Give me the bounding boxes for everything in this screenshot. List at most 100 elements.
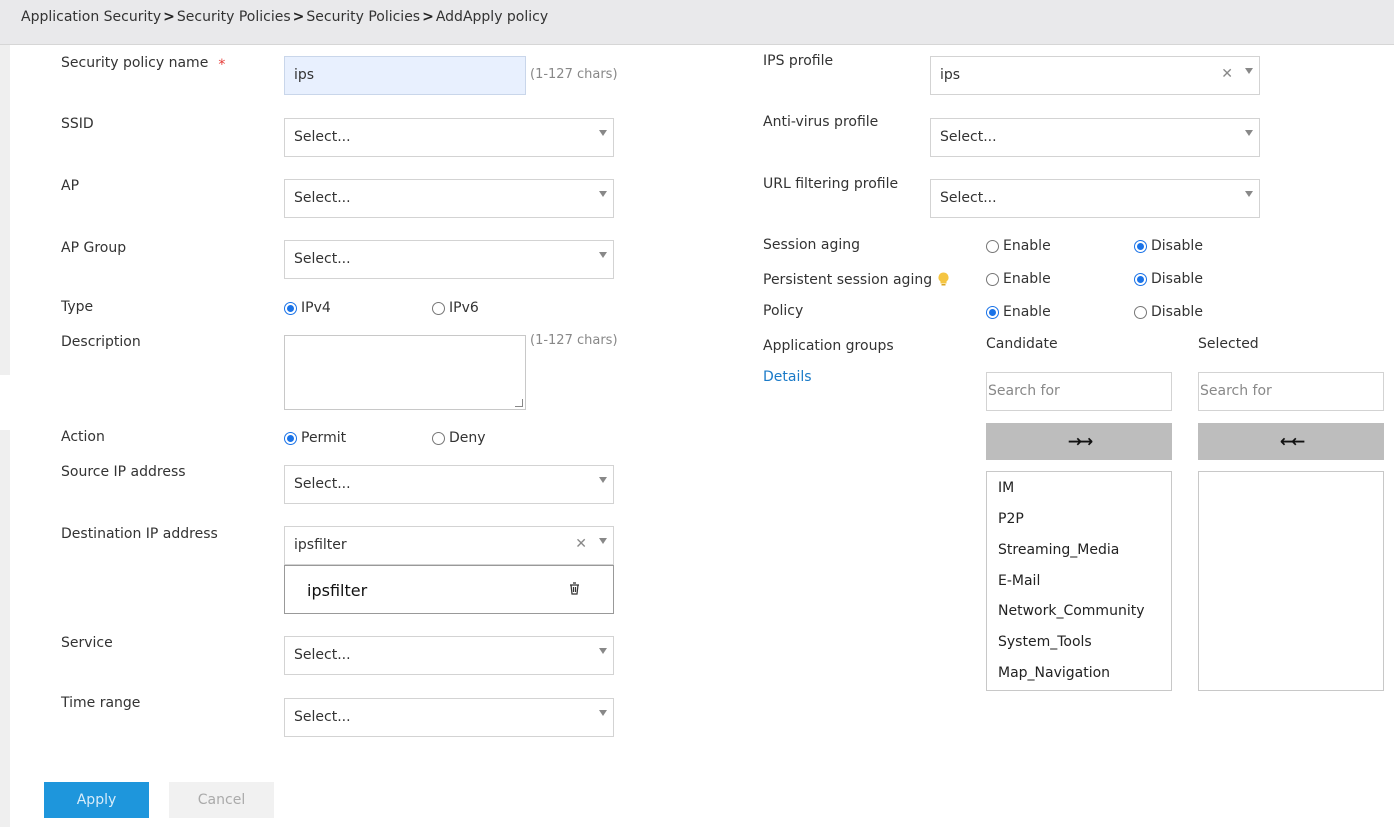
chevron-down-icon — [1245, 130, 1253, 136]
antivirus-label: Anti-virus profile — [763, 114, 879, 130]
dest-ip-label: Destination IP address — [61, 526, 218, 542]
ips-profile-label: IPS profile — [763, 53, 834, 69]
ssid-select[interactable]: Select... — [284, 118, 614, 157]
policy-enable-radio[interactable]: Enable — [986, 304, 1051, 320]
type-label: Type — [61, 299, 94, 315]
ap-label: AP — [61, 178, 80, 194]
time-range-select[interactable]: Select... — [284, 698, 614, 737]
chevron-down-icon — [599, 477, 607, 483]
chevron-down-icon — [1245, 191, 1253, 197]
description-hint: (1-127 chars) — [530, 333, 618, 348]
chevron-down-icon — [599, 648, 607, 654]
time-range-label: Time range — [61, 695, 141, 711]
breadcrumb-item[interactable]: Security Policies — [306, 9, 420, 25]
chevron-down-icon — [1245, 68, 1253, 74]
chevron-right-icon: > — [422, 9, 434, 25]
ips-profile-select[interactable]: ips ✕ — [930, 56, 1260, 95]
policy-label: Policy — [763, 303, 804, 319]
chevron-right-icon: > — [163, 9, 175, 25]
left-gutter — [0, 45, 10, 375]
url-filter-select[interactable]: Select... — [930, 179, 1260, 218]
description-textarea[interactable] — [284, 335, 526, 410]
lightbulb-icon[interactable] — [938, 272, 949, 286]
move-left-button[interactable]: ←← — [1198, 423, 1384, 460]
top-bar: Application Security > Security Policies > S… — [0, 0, 1394, 45]
dest-ip-chip: ipsfilter — [284, 565, 614, 614]
persistent-aging-label: Persistent session aging — [763, 270, 949, 288]
details-link[interactable]: Details — [763, 369, 812, 385]
service-label: Service — [61, 635, 113, 651]
candidate-search-input[interactable]: Search for — [986, 372, 1172, 411]
chevron-down-icon — [599, 252, 607, 258]
clear-icon[interactable]: ✕ — [1221, 66, 1233, 82]
apply-button[interactable]: Apply — [44, 782, 149, 818]
radio-checked-icon — [1134, 239, 1147, 253]
type-ipv6-radio[interactable]: IPv6 — [432, 300, 479, 316]
list-item[interactable]: E-Mail — [998, 573, 1040, 589]
trash-icon[interactable] — [569, 582, 580, 599]
chevron-down-icon — [599, 130, 607, 136]
radio-unchecked-icon — [1134, 305, 1147, 319]
url-filter-label: URL filtering profile — [763, 176, 899, 192]
ap-select[interactable]: Select... — [284, 179, 614, 218]
type-ipv4-radio[interactable]: IPv4 — [284, 300, 331, 316]
resize-handle-icon[interactable] — [515, 399, 523, 407]
list-item[interactable]: Streaming_Media — [998, 542, 1119, 558]
policy-name-hint: (1-127 chars) — [530, 67, 618, 82]
persistent-aging-enable-radio[interactable]: Enable — [986, 271, 1051, 287]
list-item[interactable]: Network_Community — [998, 603, 1144, 619]
radio-unchecked-icon — [986, 272, 999, 286]
source-ip-label: Source IP address — [61, 464, 186, 480]
policy-name-input[interactable]: ips — [284, 56, 526, 95]
source-ip-select[interactable]: Select... — [284, 465, 614, 504]
radio-unchecked-icon — [986, 239, 999, 253]
selected-list[interactable] — [1198, 471, 1384, 691]
policy-disable-radio[interactable]: Disable — [1134, 304, 1203, 320]
ssid-label: SSID — [61, 116, 94, 132]
session-aging-label: Session aging — [763, 237, 860, 253]
description-label: Description — [61, 334, 141, 350]
chevron-right-icon: > — [292, 9, 305, 25]
chevron-down-icon — [599, 538, 607, 544]
breadcrumb: Application Security > Security Policies > S… — [21, 9, 548, 25]
double-arrow-left-icon: ←← — [1279, 431, 1305, 452]
clear-icon[interactable]: ✕ — [575, 536, 587, 552]
radio-checked-icon — [284, 301, 297, 315]
session-aging-enable-radio[interactable]: Enable — [986, 238, 1051, 254]
chevron-down-icon — [599, 191, 607, 197]
required-mark: * — [218, 57, 226, 73]
radio-unchecked-icon — [432, 431, 445, 445]
action-permit-radio[interactable]: Permit — [284, 430, 346, 446]
list-item[interactable]: Map_Navigation — [998, 665, 1110, 681]
action-deny-radio[interactable]: Deny — [432, 430, 486, 446]
breadcrumb-current: AddApply policy — [435, 9, 549, 25]
session-aging-disable-radio[interactable]: Disable — [1134, 238, 1203, 254]
candidate-list[interactable]: IM P2P Streaming_Media E-Mail Network_Co… — [986, 471, 1172, 691]
move-right-button[interactable]: →→ — [986, 423, 1172, 460]
radio-checked-icon — [986, 305, 999, 319]
dest-ip-select[interactable]: ipsfilter ✕ — [284, 526, 614, 565]
policy-name-label: Security policy name * — [61, 55, 226, 73]
app-groups-label: Application groups — [763, 338, 894, 354]
persistent-aging-disable-radio[interactable]: Disable — [1134, 271, 1203, 287]
left-gutter — [0, 430, 10, 827]
breadcrumb-item[interactable]: Security Policies — [177, 9, 291, 25]
chevron-down-icon — [599, 710, 607, 716]
list-item[interactable]: P2P — [998, 511, 1024, 527]
service-select[interactable]: Select... — [284, 636, 614, 675]
breadcrumb-item[interactable]: Application Security — [21, 9, 161, 25]
cancel-button[interactable]: Cancel — [169, 782, 274, 818]
selected-search-input[interactable]: Search for — [1198, 372, 1384, 411]
list-item[interactable]: IM — [998, 480, 1014, 496]
candidate-label: Candidate — [986, 336, 1058, 352]
ap-group-label: AP Group — [61, 240, 127, 256]
ap-group-select[interactable]: Select... — [284, 240, 614, 279]
antivirus-select[interactable]: Select... — [930, 118, 1260, 157]
action-label: Action — [61, 429, 105, 445]
selected-label: Selected — [1198, 336, 1259, 352]
radio-unchecked-icon — [432, 301, 445, 315]
list-item[interactable]: System_Tools — [998, 634, 1092, 650]
double-arrow-right-icon: →→ — [1067, 431, 1093, 452]
radio-checked-icon — [1134, 272, 1147, 286]
radio-checked-icon — [284, 431, 297, 445]
